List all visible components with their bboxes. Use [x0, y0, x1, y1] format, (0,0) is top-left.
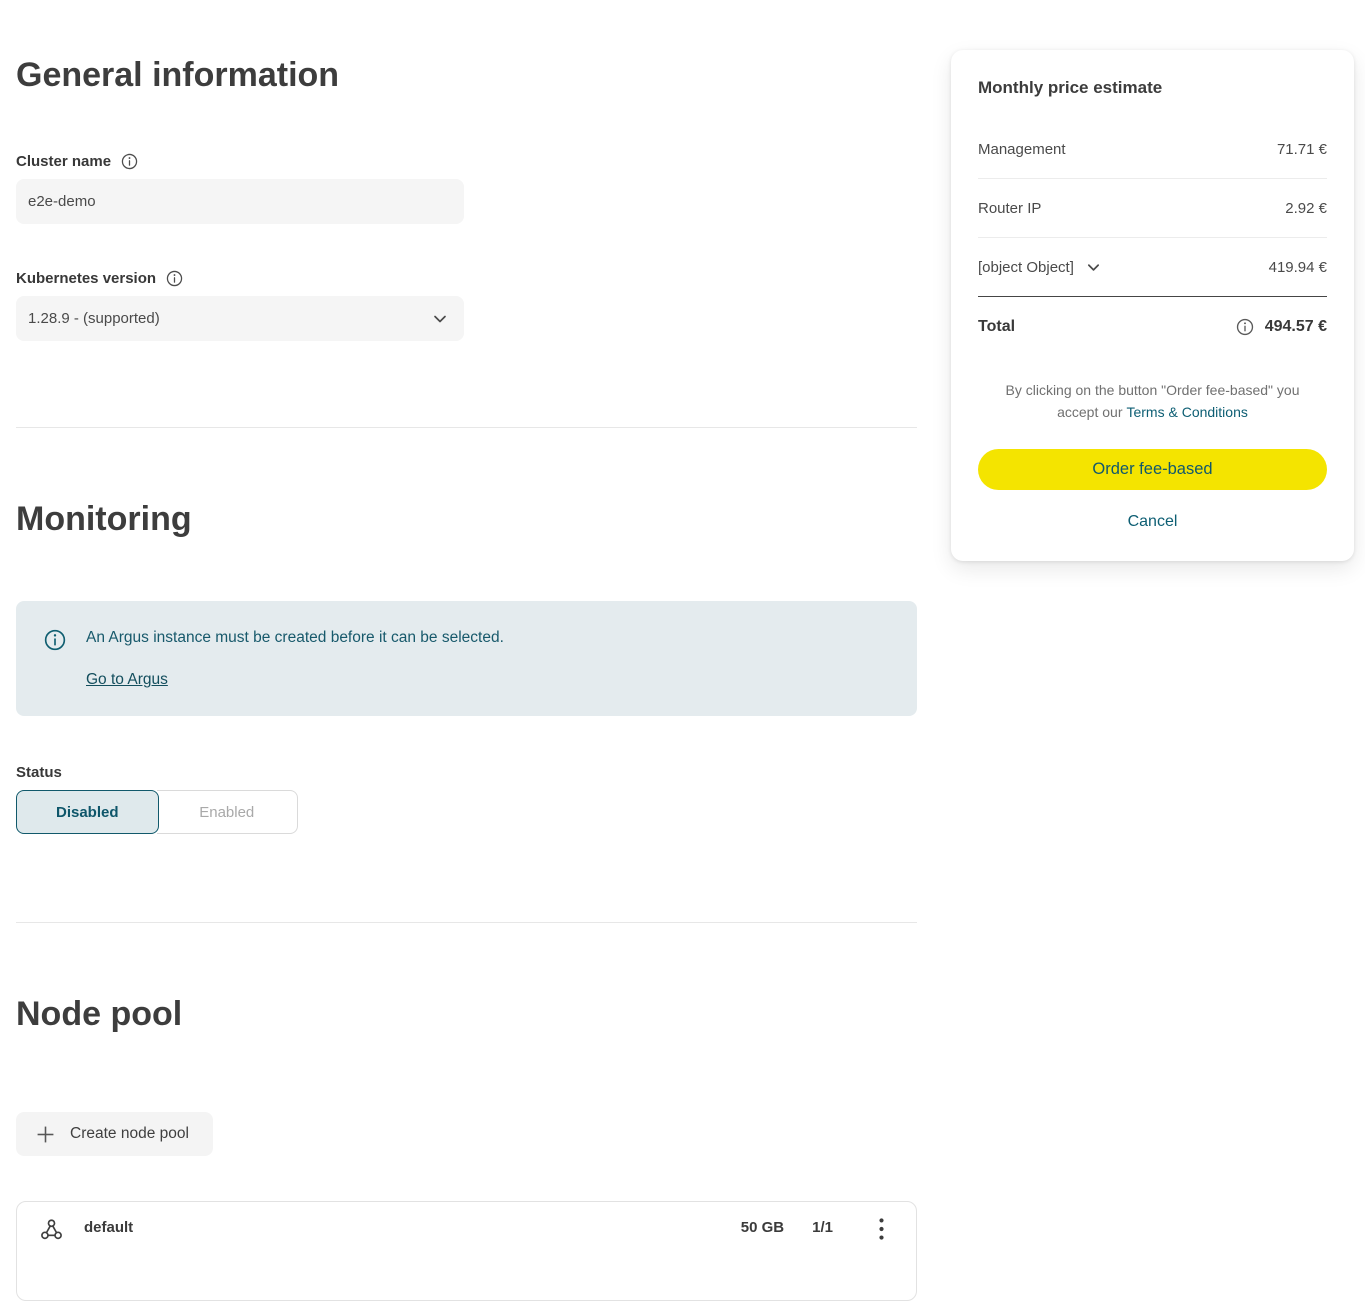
kebab-menu-icon[interactable]	[879, 1218, 884, 1240]
info-icon	[44, 629, 66, 690]
price-rows: Management 71.71 € Router IP 2.92 € [obj…	[978, 120, 1327, 297]
disclaimer-line-1: By clicking on the button "Order fee-bas…	[1006, 382, 1300, 398]
price-estimate-card: Monthly price estimate Management 71.71 …	[951, 50, 1354, 561]
price-row-label: [object Object]	[978, 259, 1074, 276]
price-row-label: Management	[978, 141, 1066, 158]
status-option-disabled[interactable]: Disabled	[16, 790, 159, 834]
kubernetes-version-select[interactable]: 1.28.9 - (supported)	[16, 296, 464, 341]
kubernetes-version-value: 1.28.9 - (supported)	[28, 310, 160, 327]
cluster-name-field: Cluster name	[16, 153, 917, 224]
order-disclaimer: By clicking on the button "Order fee-bas…	[978, 380, 1327, 423]
status-toggle: Disabled Enabled	[16, 790, 298, 834]
price-row-label: Router IP	[978, 200, 1041, 217]
alert-body: An Argus instance must be created before…	[86, 628, 504, 690]
total-value: 494.57 €	[1265, 318, 1327, 336]
general-information-title: General information	[16, 56, 917, 95]
node-pool-icon	[39, 1217, 64, 1242]
create-node-pool-label: Create node pool	[70, 1125, 189, 1143]
price-row-object: [object Object] 419.94 €	[978, 238, 1327, 297]
chevron-down-icon[interactable]	[1086, 260, 1101, 275]
info-icon[interactable]	[166, 270, 183, 287]
kubernetes-version-label: Kubernetes version	[16, 270, 156, 287]
price-row-router-ip: Router IP 2.92 €	[978, 179, 1327, 238]
section-divider	[16, 922, 917, 923]
go-to-argus-link[interactable]: Go to Argus	[86, 671, 168, 689]
price-card-title: Monthly price estimate	[978, 78, 1327, 98]
price-row-value: 71.71 €	[1277, 141, 1327, 158]
kubernetes-version-field: Kubernetes version 1.28.9 - (supported)	[16, 270, 917, 341]
chevron-down-icon	[432, 311, 448, 327]
alert-message: An Argus instance must be created before…	[86, 628, 504, 649]
kubernetes-version-label-row: Kubernetes version	[16, 270, 917, 287]
price-row-value: 419.94 €	[1269, 259, 1327, 276]
price-total-row: Total 494.57 €	[978, 297, 1327, 356]
argus-info-alert: An Argus instance must be created before…	[16, 601, 917, 716]
price-row-label-group: [object Object]	[978, 259, 1101, 276]
section-divider	[16, 427, 917, 428]
cluster-name-label-row: Cluster name	[16, 153, 917, 170]
cluster-name-label: Cluster name	[16, 153, 111, 170]
node-pool-size: 50 GB	[741, 1216, 784, 1240]
terms-and-conditions-link[interactable]: Terms & Conditions	[1126, 404, 1247, 420]
node-pool-title: Node pool	[16, 995, 917, 1034]
price-row-value: 2.92 €	[1285, 200, 1327, 217]
monitoring-title: Monitoring	[16, 500, 917, 539]
info-icon[interactable]	[1236, 318, 1254, 336]
status-option-enabled[interactable]: Enabled	[157, 790, 299, 834]
create-node-pool-button[interactable]: Create node pool	[16, 1112, 213, 1156]
node-pool-row[interactable]: default 50 GB 1/1	[16, 1201, 917, 1301]
order-fee-based-button[interactable]: Order fee-based	[978, 449, 1327, 490]
total-label: Total	[978, 318, 1015, 336]
node-pool-name: default	[84, 1216, 133, 1240]
node-pool-count: 1/1	[812, 1216, 833, 1240]
cluster-name-input[interactable]	[16, 179, 464, 224]
plus-icon	[36, 1125, 55, 1144]
info-icon[interactable]	[121, 153, 138, 170]
disclaimer-line-2-prefix: accept our	[1057, 404, 1122, 420]
status-label: Status	[16, 764, 917, 781]
price-row-management: Management 71.71 €	[978, 120, 1327, 179]
total-value-group: 494.57 €	[1236, 318, 1327, 336]
cancel-button[interactable]: Cancel	[978, 513, 1327, 531]
main-content: General information Cluster name Kuberne…	[16, 0, 917, 1301]
